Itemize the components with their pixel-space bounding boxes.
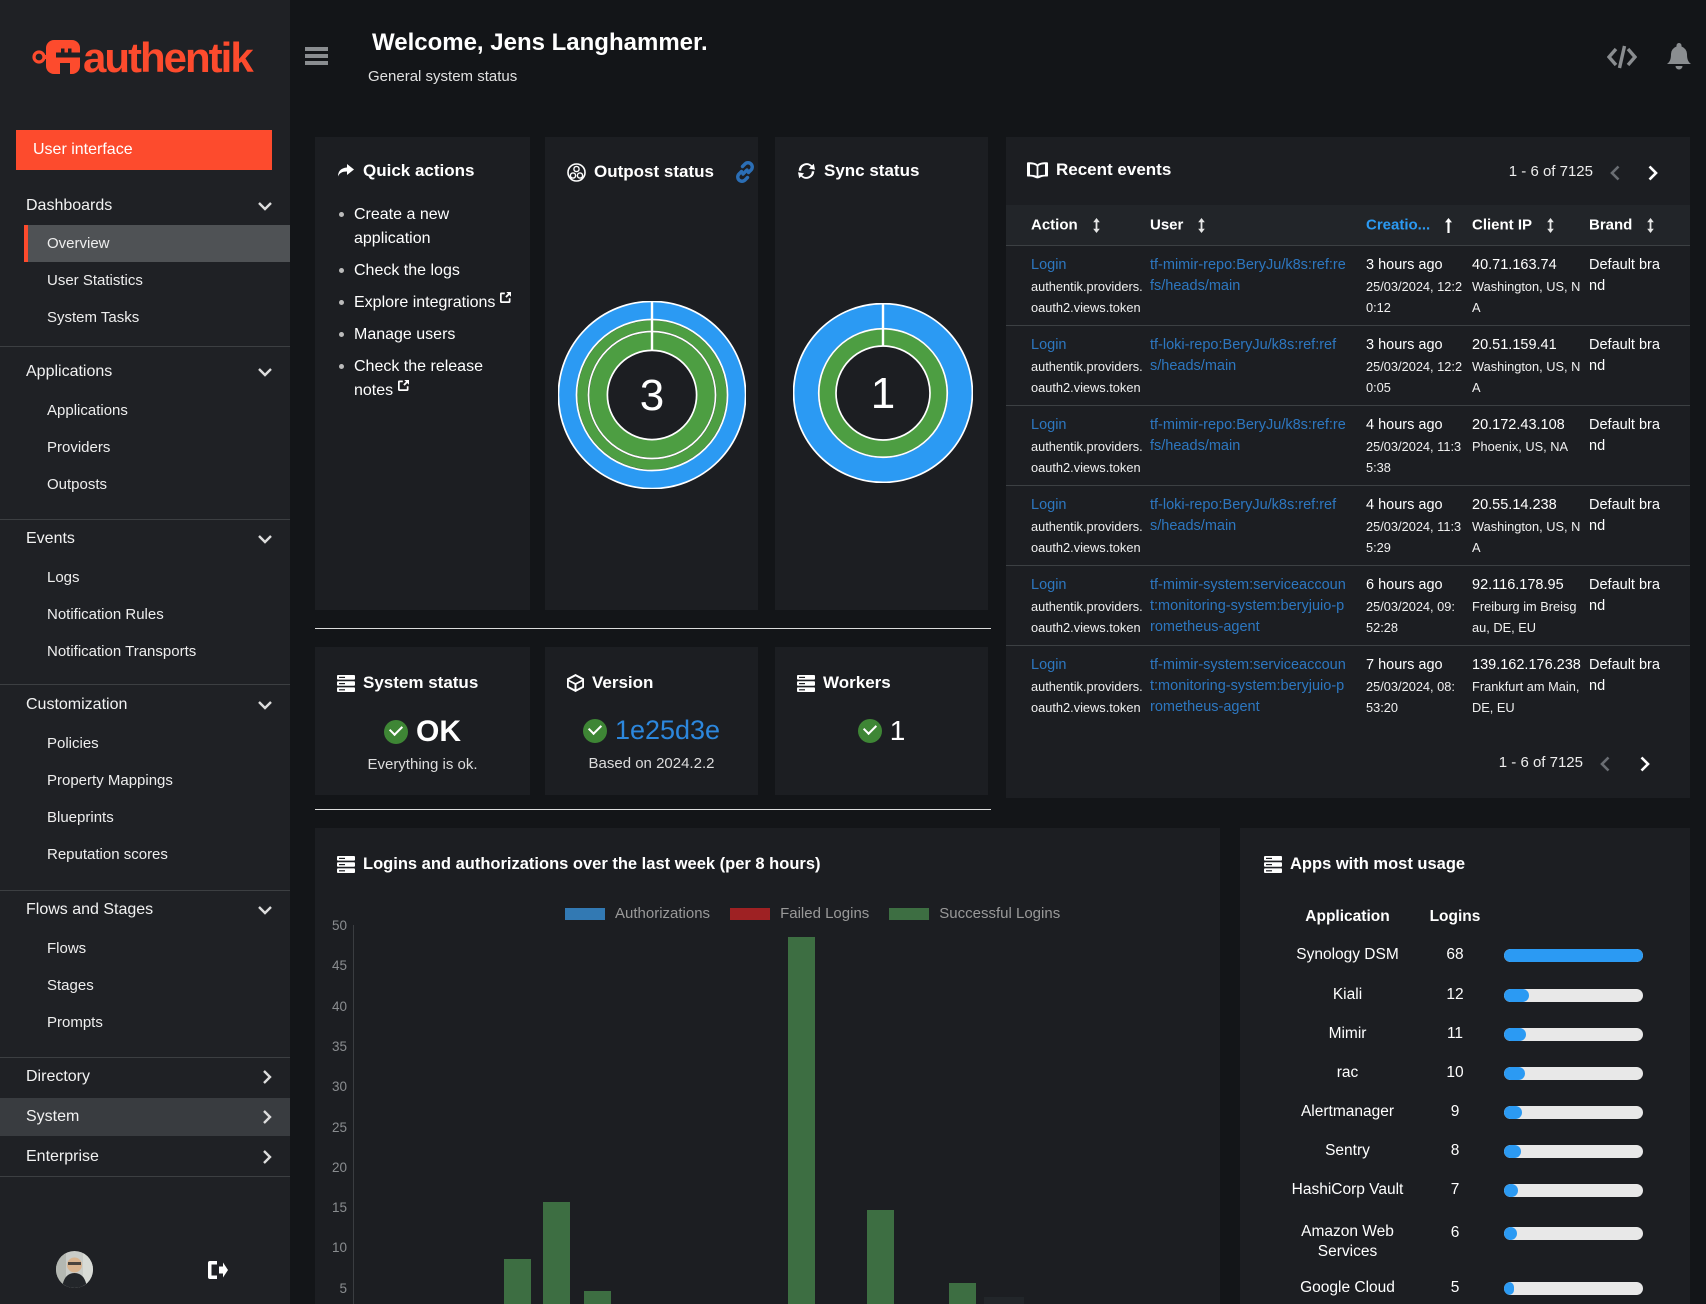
svg-text:authentik: authentik	[83, 36, 254, 80]
svg-text:1: 1	[871, 369, 895, 418]
svg-text:3: 3	[640, 371, 664, 420]
